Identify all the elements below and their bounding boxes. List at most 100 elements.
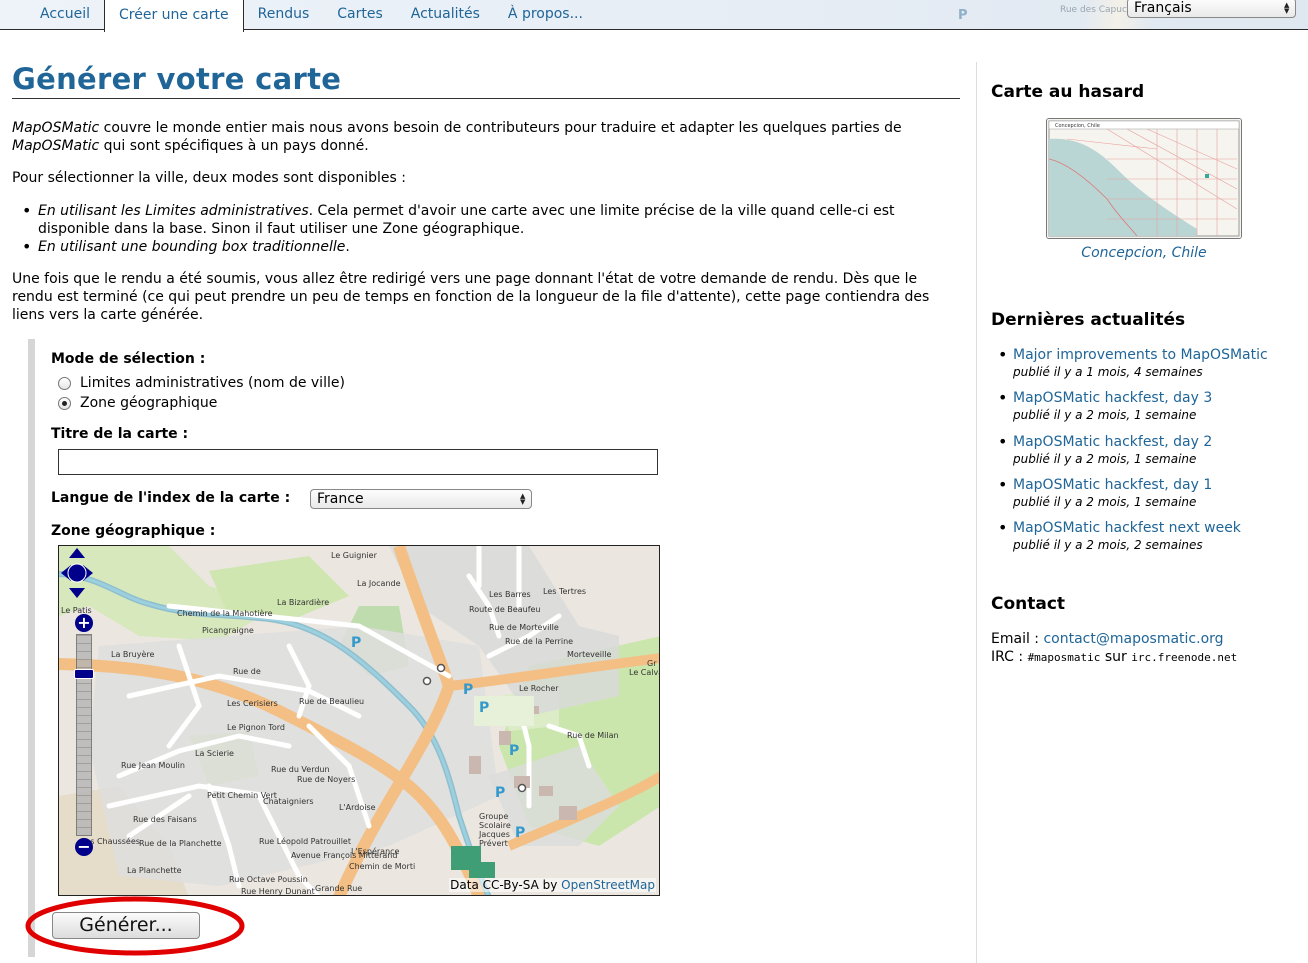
map-label: La Planchette: [127, 866, 182, 875]
modes-intro: Pour sélectionner la ville, deux modes s…: [12, 170, 406, 186]
map-label: Rue Henry Dunant: [241, 887, 315, 896]
map-pan-control[interactable]: [59, 546, 95, 600]
tab-creer-une-carte[interactable]: Créer une carte: [104, 0, 244, 32]
map-label: Picangraigne: [202, 626, 254, 635]
sidebar-divider: [976, 62, 977, 963]
top-navigation-bar: P Rue des Capucine Accueil Créer une car…: [0, 0, 1308, 32]
brand-name: MapOSMatic: [12, 138, 100, 154]
parking-symbol: P: [495, 785, 505, 801]
map-label: Rue de Morteville: [489, 623, 559, 632]
radio-admin-boundaries[interactable]: Limites administratives (nom de ville): [58, 375, 345, 391]
map-label: Rue de Milan: [567, 731, 619, 740]
parking-symbol: P: [509, 743, 519, 759]
radio-button[interactable]: [58, 396, 71, 410]
tab-rendus[interactable]: Rendus: [244, 0, 324, 30]
intro-text-1: couvre le monde entier mais nous avons b…: [99, 120, 902, 136]
email-link[interactable]: contact@maposmatic.org: [1043, 631, 1223, 647]
map-attribution: Data CC-By-SA by OpenStreetMap: [449, 878, 656, 892]
news-link[interactable]: MapOSMatic hackfest, day 2: [1013, 433, 1303, 451]
random-map-image[interactable]: Concepcion, Chile: [1047, 119, 1241, 238]
language-select[interactable]: Français ▲ ▼: [1127, 0, 1296, 18]
parking-symbol: P: [479, 700, 489, 716]
map-label: Rue de: [233, 667, 261, 676]
zoom-slider-track[interactable]: [76, 634, 92, 836]
intro-text-2: qui sont spécifiques à un pays donné.: [99, 138, 369, 154]
intro-paragraph: MapOSMatic couvre le monde entier mais n…: [12, 119, 960, 155]
map-label: Le Calvaire: [629, 668, 660, 677]
map-tiles[interactable]: P P P P P P Le Guignier La Jocande Les B…: [59, 546, 660, 896]
select-arrows-icon: ▲ ▼: [520, 492, 526, 506]
irc-separator: sur: [1100, 649, 1132, 665]
random-map-link[interactable]: Concepcion, Chile: [991, 245, 1297, 261]
zoom-slider-handle[interactable]: [74, 669, 94, 679]
list-item: En utilisant les Limites administratives…: [22, 202, 958, 238]
news-link[interactable]: MapOSMatic hackfest, day 1: [1013, 476, 1303, 494]
news-link[interactable]: Major improvements to MapOSMatic: [1013, 346, 1303, 364]
map-label: Route de Beaufeu: [469, 605, 541, 614]
map-title-input[interactable]: [58, 449, 658, 475]
irc-channel: #maposmatic: [1027, 651, 1101, 664]
map-label: L'Ardoise: [339, 803, 376, 812]
map-label: Les Cerisiers: [227, 699, 278, 708]
news-link[interactable]: MapOSMatic hackfest, day 3: [1013, 389, 1303, 407]
list-item: MapOSMatic hackfest next week publié il …: [998, 518, 1303, 562]
map-label: Groupe: [479, 812, 508, 821]
tab-a-propos[interactable]: À propos...: [494, 0, 597, 30]
map-label: Le Guignier: [331, 551, 378, 560]
slippy-map[interactable]: P P P P P P Le Guignier La Jocande Les B…: [58, 545, 660, 896]
mode-emphasis: En utilisant une bounding box traditionn…: [38, 239, 346, 255]
list-item: MapOSMatic hackfest, day 2 publié il y a…: [998, 432, 1303, 476]
map-label: Chataigniers: [263, 797, 314, 806]
map-label: La Jocande: [357, 579, 401, 588]
map-label: Rue des Faisans: [133, 815, 197, 824]
map-label: Rue de Beaulieu: [299, 697, 364, 706]
header-map-parking-symbol: P: [958, 8, 968, 23]
list-item: Major improvements to MapOSMatic publié …: [998, 345, 1303, 389]
map-label: Grande Rue: [315, 884, 362, 893]
random-map-thumbnail[interactable]: Concepcion, Chile: [1046, 118, 1242, 239]
zoom-in-button[interactable]: +: [75, 614, 93, 632]
map-label: Rue du Verdun: [271, 765, 330, 774]
thumbnail-title: Concepcion, Chile: [1055, 123, 1100, 129]
main-tabs: Accueil Créer une carte Rendus Cartes Ac…: [26, 0, 597, 32]
brand-name: MapOSMatic: [12, 120, 100, 136]
tab-actualites[interactable]: Actualités: [397, 0, 494, 30]
pan-up-icon[interactable]: [69, 548, 85, 558]
map-label: La Scierie: [195, 749, 234, 758]
generate-button[interactable]: Générer...: [52, 912, 200, 939]
tab-accueil[interactable]: Accueil: [26, 0, 104, 30]
map-label: Prévert: [479, 838, 508, 848]
radio-button[interactable]: [58, 376, 71, 390]
parking-symbol: P: [463, 682, 473, 698]
map-label: La Bizardière: [277, 597, 329, 607]
news-date: publié il y a 2 mois, 2 semaines: [1013, 538, 1203, 553]
openstreetmap-link[interactable]: OpenStreetMap: [561, 878, 655, 892]
map-label: Rue de la Planchette: [139, 839, 222, 848]
map-label: Jacques: [478, 830, 510, 839]
main-content: Générer votre carte MapOSMatic couvre le…: [12, 62, 960, 323]
attribution-text: Data CC-By-SA by: [450, 878, 562, 892]
map-label: Gr: [647, 659, 657, 668]
map-label: Le Pignon Tord: [227, 723, 285, 732]
map-label: Rue de la Perrine: [505, 637, 573, 646]
pan-down-icon[interactable]: [69, 588, 85, 598]
map-title-label: Titre de la carte :: [51, 426, 189, 442]
tab-cartes[interactable]: Cartes: [323, 0, 397, 30]
index-language-value: France: [317, 491, 364, 507]
news-link[interactable]: MapOSMatic hackfest next week: [1013, 519, 1303, 537]
irc-line: IRC : #maposmatic sur irc.freenode.net: [991, 648, 1237, 667]
radio-geographic-zone[interactable]: Zone géographique: [58, 395, 217, 411]
parking-symbol: P: [515, 825, 525, 841]
mode-emphasis: En utilisant les Limites administratives: [38, 203, 309, 219]
map-label: Les Tertres: [543, 587, 586, 596]
map-label: Chemin de Morti: [349, 862, 415, 871]
news-date: publié il y a 2 mois, 1 semaine: [1013, 494, 1197, 509]
selection-mode-label: Mode de sélection :: [51, 351, 206, 367]
mode-list: En utilisant les Limites administratives…: [22, 202, 958, 256]
map-label: Les Barres: [489, 590, 531, 599]
map-label: Scolaire: [479, 821, 511, 830]
page-title: Générer votre carte: [12, 62, 960, 99]
zoom-out-button[interactable]: −: [75, 838, 93, 856]
contact-heading: Contact: [991, 594, 1066, 614]
index-language-select[interactable]: France ▲ ▼: [310, 489, 532, 509]
